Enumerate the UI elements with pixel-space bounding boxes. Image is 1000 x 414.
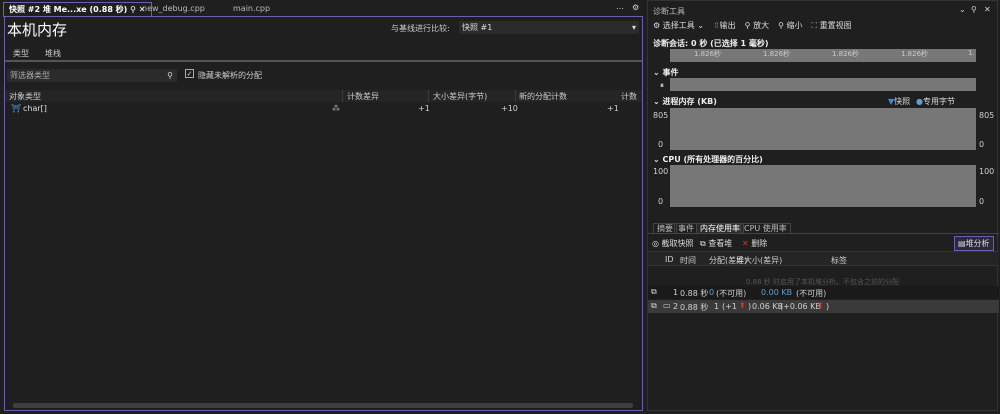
tab-events[interactable]: 事件 [674, 223, 698, 234]
memory-max-left: 805 [653, 111, 669, 120]
tab-stacks[interactable]: 堆栈 [45, 48, 61, 59]
col-tag[interactable]: 标签 [831, 255, 847, 266]
tag-icon: ▭ [663, 301, 671, 310]
cpu-min-left: 0 [658, 197, 664, 206]
legend-snapshot: ▼快照 [888, 97, 911, 106]
view-heap-button[interactable]: ⧉ 查看堆 [700, 238, 732, 249]
tab-cpu-usage[interactable]: CPU 使用率 [740, 223, 791, 234]
hide-unresolved-label: 隐藏未解析的分配 [198, 71, 262, 80]
more-icon[interactable]: ⋯ [616, 4, 624, 13]
legend-private-bytes: ●专用字节 [916, 97, 955, 106]
cpu-max-left: 100 [653, 167, 669, 176]
pause-icon[interactable]: ⏸ [660, 81, 664, 91]
timeline-ruler[interactable]: 1.826秒 1.826秒 1.826秒 1.826秒 1. [670, 49, 976, 62]
snapshot-icon: ⧉ [651, 301, 657, 310]
memory-max-right: 805 [979, 111, 995, 120]
increase-arrow-icon: ⬆ [817, 301, 824, 310]
heap-icon: ⧉ [700, 239, 706, 248]
col-time[interactable]: 时间 [680, 255, 696, 266]
delete-icon: ✕ [742, 239, 749, 248]
instances-icon[interactable]: ⁂ [332, 104, 340, 113]
snapshot-icon: ⧉ [651, 287, 657, 296]
tab-main[interactable]: main.cpp [228, 2, 275, 17]
gear-icon: ⚙ [653, 21, 661, 30]
divider [5, 60, 642, 62]
panel-title: 诊断工具 [653, 7, 685, 16]
pin-icon[interactable]: ⚲ [971, 5, 977, 14]
delete-button[interactable]: ✕ 删除 [742, 238, 767, 249]
zoom-out-icon: ⚲ [778, 21, 784, 30]
col-object-type[interactable]: 对象类型 [9, 91, 41, 102]
reset-view-icon: ⛶ [811, 21, 818, 30]
camera-icon: ◎ [652, 239, 659, 248]
col-new-alloc[interactable]: 新的分配计数 [519, 91, 567, 102]
export-button[interactable]: ⇧输出 [713, 20, 736, 31]
take-snapshot-button[interactable]: ◎ 截取快照 [652, 238, 694, 249]
type-icon: ⛩ [11, 104, 22, 113]
search-icon: ⚲ [167, 71, 173, 80]
snapshot-row[interactable]: ⧉ ▭ 2 0.88 秒 1 (+1 ⬆ ) 0.06 KB (+0.06 KB… [648, 300, 999, 313]
session-info: 诊断会话: 0 秒 (已选择 1 毫秒) [653, 39, 769, 48]
heap-analysis-button[interactable]: ▤堆分析 [954, 236, 994, 251]
memory-section-toggle[interactable]: ⌄ 进程内存 (KB) [653, 96, 717, 107]
pin-icon[interactable]: ⚲ [130, 5, 136, 14]
cpu-section-toggle[interactable]: ⌄ CPU (所有处理器的百分比) [653, 154, 763, 165]
increase-arrow-icon: ⬆ [739, 301, 746, 310]
native-memory-panel: 本机内存 与基线进行比较: 快照 #1 ▾ 类型 堆栈 筛选器类型 ⚲ ✓ 隐藏未解… [4, 16, 643, 411]
chevron-down-icon: ▾ [631, 23, 636, 32]
compare-label: 与基线进行比较: [391, 24, 450, 33]
col-id[interactable]: ID [665, 255, 674, 264]
tab-types[interactable]: 类型 [13, 48, 29, 59]
cpu-min-right: 0 [979, 197, 985, 206]
memory-chart[interactable] [670, 108, 976, 150]
memory-min-right: 0 [979, 140, 985, 149]
circle-icon: ● [916, 97, 923, 106]
close-icon[interactable]: ✕ [984, 5, 991, 14]
horizontal-scrollbar[interactable] [13, 403, 633, 408]
cpu-chart[interactable] [670, 165, 976, 207]
col-count[interactable]: 计数 [621, 91, 637, 102]
hide-unresolved-checkbox[interactable]: ✓ [185, 69, 194, 78]
toolbar: ⚙ 选择工具 ⌄ ⇧输出 ⚲ 放大 ⚲ 缩小 ⛶ 重置视图 [653, 20, 852, 31]
tab-new-debug[interactable]: new_debug.cpp [137, 2, 210, 17]
baseline-select[interactable]: 快照 #1 ▾ [459, 21, 639, 34]
filter-input[interactable]: 筛选器类型 ⚲ [7, 69, 177, 82]
tab-memory-usage[interactable]: 内存使用率 [696, 223, 744, 234]
events-section-toggle[interactable]: ⌄ 事件 [653, 67, 679, 78]
events-track[interactable] [670, 78, 976, 91]
zoom-in-button[interactable]: ⚲ 放大 [745, 20, 769, 31]
snapshot-row[interactable]: ⧉ 1 0.88 秒 0 (不可用) 0.00 KB (不可用) [648, 286, 999, 299]
zoom-out-button[interactable]: ⚲ 缩小 [778, 20, 802, 31]
diagnostic-tools-panel: 诊断工具 ⌄ ⚲ ✕ ⚙ 选择工具 ⌄ ⇧输出 ⚲ 放大 ⚲ 缩小 ⛶ 重置视图… [647, 0, 999, 411]
table-row[interactable]: ⛩ char[] ⁂ +1 +10 +1 [5, 104, 642, 116]
zoom-in-icon: ⚲ [744, 21, 751, 30]
export-icon: ⇧ [712, 21, 720, 30]
memory-min-left: 0 [658, 140, 664, 149]
reset-view-button[interactable]: ⛶ 重置视图 [811, 20, 851, 31]
document-tabbar: 快照 #2 堆 Me...xe (0.88 秒) ⚲ ✕ new_debug.c… [0, 0, 645, 17]
tab-snapshot[interactable]: 快照 #2 堆 Me...xe (0.88 秒) ⚲ ✕ [3, 2, 152, 17]
select-tools-button[interactable]: ⚙ 选择工具 ⌄ [653, 20, 704, 31]
col-size-diff[interactable]: 大小差异(字节) [433, 91, 487, 102]
col-heap[interactable]: 堆大小(差异) [736, 255, 782, 266]
col-count-diff[interactable]: 计数差异 [347, 91, 379, 102]
table-header: 对象类型 计数差异 大小差异(字节) 新的分配计数 计数 [5, 90, 642, 102]
chevron-down-icon[interactable]: ⌄ [959, 5, 966, 14]
snapshot-table-header: ID 时间 分配(差异) 堆大小(差异) 标签 [648, 251, 999, 266]
cpu-max-right: 100 [979, 167, 995, 176]
heap-profile-icon: ▤ [958, 239, 966, 248]
gear-icon[interactable]: ⚙ [632, 3, 639, 12]
page-title: 本机内存 [7, 21, 68, 39]
